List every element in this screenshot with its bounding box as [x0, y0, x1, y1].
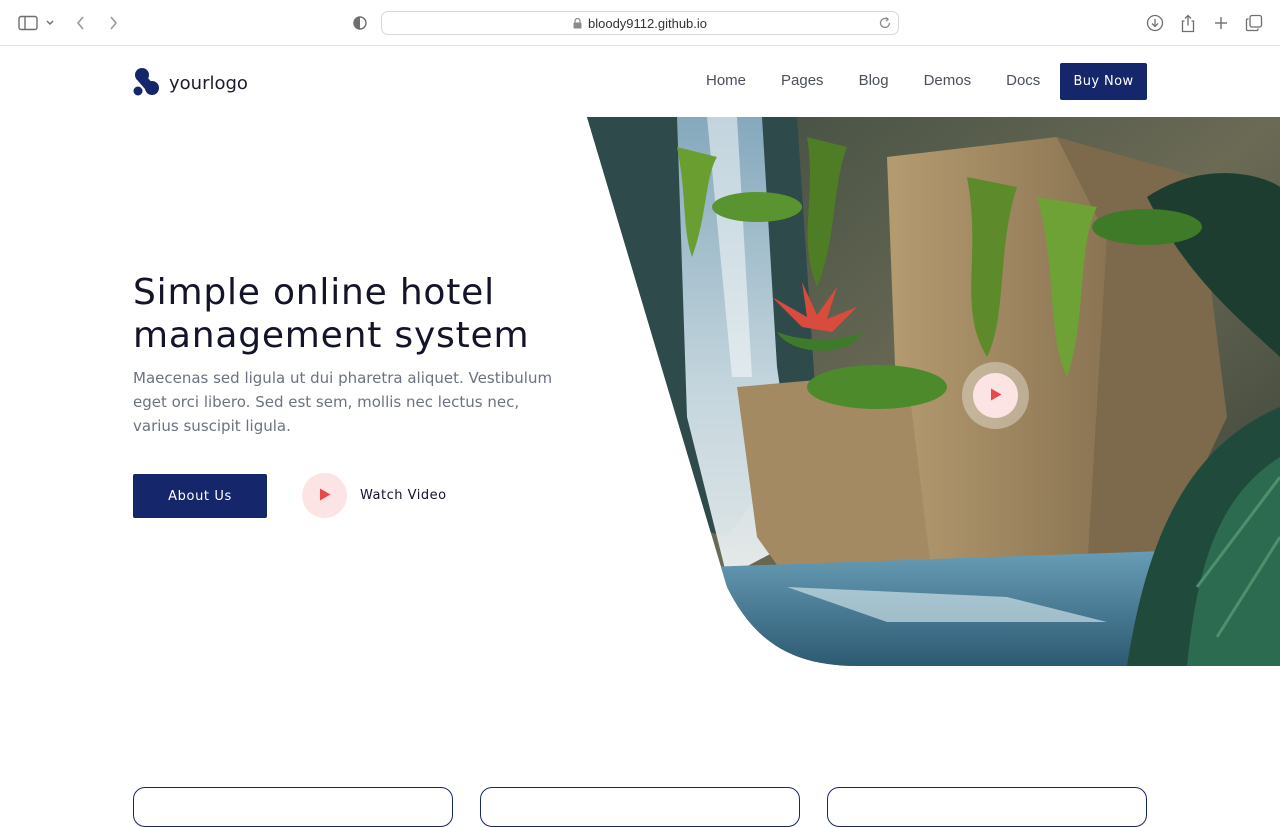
- watch-video-label: Watch Video: [360, 488, 447, 503]
- hero-image: [587, 117, 1280, 666]
- shield-icon[interactable]: [348, 11, 372, 35]
- nav-docs[interactable]: Docs: [1006, 72, 1040, 89]
- nav-demos[interactable]: Demos: [924, 72, 972, 89]
- download-icon[interactable]: [1143, 11, 1167, 35]
- share-icon[interactable]: [1176, 11, 1200, 35]
- play-icon: [319, 486, 331, 505]
- nav-pages[interactable]: Pages: [781, 72, 824, 89]
- main-nav: Home Pages Blog Demos Docs: [706, 72, 1075, 89]
- nav-blog[interactable]: Blog: [859, 72, 889, 89]
- logo-text: yourlogo: [169, 73, 248, 94]
- hero-play-circle: [973, 373, 1018, 418]
- play-icon: [990, 386, 1002, 405]
- url-text: bloody9112.github.io: [587, 15, 708, 31]
- sidebar-icon[interactable]: [16, 11, 40, 35]
- browser-toolbar: bloody9112.github.io: [0, 0, 1280, 46]
- back-icon[interactable]: [69, 11, 93, 35]
- tabs-icon[interactable]: [1242, 11, 1266, 35]
- about-us-button[interactable]: About Us: [133, 474, 267, 518]
- chevron-down-icon[interactable]: [40, 11, 60, 35]
- hero-title: Simple online hotel management system: [133, 272, 530, 356]
- site-logo[interactable]: yourlogo: [133, 67, 248, 100]
- nav-home[interactable]: Home: [706, 72, 746, 89]
- buy-now-button[interactable]: Buy Now: [1060, 63, 1147, 100]
- logo-mark-icon: [133, 67, 160, 100]
- watch-video-link[interactable]: Watch Video: [302, 473, 447, 518]
- reload-icon[interactable]: [878, 16, 892, 30]
- forward-icon[interactable]: [101, 11, 125, 35]
- feature-card: [827, 787, 1147, 827]
- address-bar[interactable]: bloody9112.github.io: [381, 11, 899, 35]
- hero-video-play-button[interactable]: [962, 362, 1029, 429]
- hero-subtitle: Maecenas sed ligula ut dui pharetra aliq…: [133, 369, 553, 435]
- new-tab-icon[interactable]: [1209, 11, 1233, 35]
- lock-icon: [573, 17, 582, 29]
- play-button[interactable]: [302, 473, 347, 518]
- feature-card: [480, 787, 800, 827]
- feature-card: [133, 787, 453, 827]
